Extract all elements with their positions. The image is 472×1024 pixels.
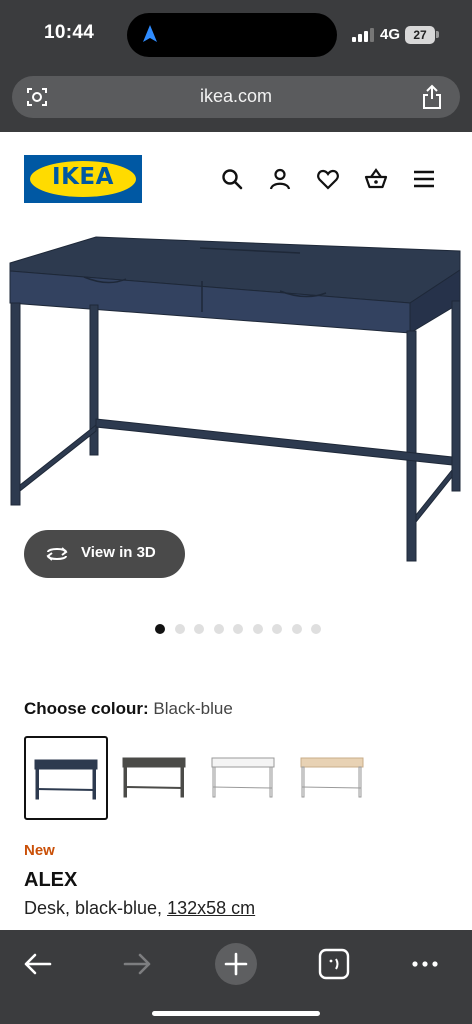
home-indicator[interactable] xyxy=(152,1011,320,1016)
new-tab-icon[interactable] xyxy=(214,942,258,986)
menu-icon[interactable] xyxy=(412,167,436,191)
carousel-dot[interactable] xyxy=(291,624,302,634)
network-label: 4G xyxy=(380,26,401,43)
more-icon[interactable] xyxy=(403,942,447,986)
url-bar[interactable]: ikea.com xyxy=(12,76,460,118)
tabs-icon[interactable] xyxy=(312,942,356,986)
rotate-3d-icon xyxy=(46,547,68,561)
colour-swatch-black-blue[interactable] xyxy=(24,736,108,820)
browser-bottom-toolbar xyxy=(0,930,472,1024)
carousel-dot[interactable] xyxy=(252,624,263,634)
carousel-dot[interactable] xyxy=(213,624,224,634)
colour-value: Black-blue xyxy=(153,699,233,718)
swatch-desk-image xyxy=(300,757,364,798)
url-text[interactable]: ikea.com xyxy=(12,86,460,107)
status-time: 10:44 xyxy=(44,22,95,43)
swatch-desk-image xyxy=(211,757,275,798)
product-description-text: Desk, black-blue, xyxy=(24,898,163,918)
carousel-dot[interactable] xyxy=(272,624,282,634)
colour-chooser-label: Choose colour: Black-blue xyxy=(24,699,233,719)
battery-icon: 27 xyxy=(405,26,435,44)
account-icon[interactable] xyxy=(268,167,292,191)
browser-top-chrome: 10:44 4G 27 ikea.com xyxy=(0,0,472,132)
swatch-desk-image xyxy=(34,759,98,800)
share-icon[interactable] xyxy=(420,84,444,110)
colour-swatch-white[interactable] xyxy=(203,736,287,820)
view-3d-label: View in 3D xyxy=(81,544,156,561)
location-arrow-icon xyxy=(143,25,157,42)
carousel-dot[interactable] xyxy=(233,624,243,634)
signal-icon xyxy=(352,28,374,42)
colour-swatch-grey[interactable] xyxy=(114,736,198,820)
heart-icon[interactable] xyxy=(316,167,340,191)
carousel-dot[interactable] xyxy=(311,624,321,634)
view-3d-button[interactable]: View in 3D xyxy=(24,530,185,578)
battery-tip xyxy=(436,31,439,38)
back-icon[interactable] xyxy=(16,942,60,986)
colour-swatch-oak[interactable] xyxy=(292,736,376,820)
forward-icon[interactable] xyxy=(115,942,159,986)
colour-label: Choose colour: xyxy=(24,699,149,718)
search-icon[interactable] xyxy=(220,167,244,191)
image-carousel-dots[interactable] xyxy=(155,624,321,634)
ikea-logo[interactable]: IKEA xyxy=(24,155,142,203)
new-badge: New xyxy=(24,842,55,859)
basket-icon[interactable] xyxy=(364,167,388,191)
product-description: Desk, black-blue, 132x58 cm xyxy=(24,898,255,919)
swatch-desk-image xyxy=(122,757,186,798)
carousel-dot[interactable] xyxy=(155,624,165,634)
carousel-dot[interactable] xyxy=(174,624,185,634)
logo-text: IKEA xyxy=(52,164,114,190)
carousel-dot[interactable] xyxy=(194,624,204,634)
product-name: ALEX xyxy=(24,869,78,891)
product-size-link[interactable]: 132x58 cm xyxy=(167,898,255,918)
